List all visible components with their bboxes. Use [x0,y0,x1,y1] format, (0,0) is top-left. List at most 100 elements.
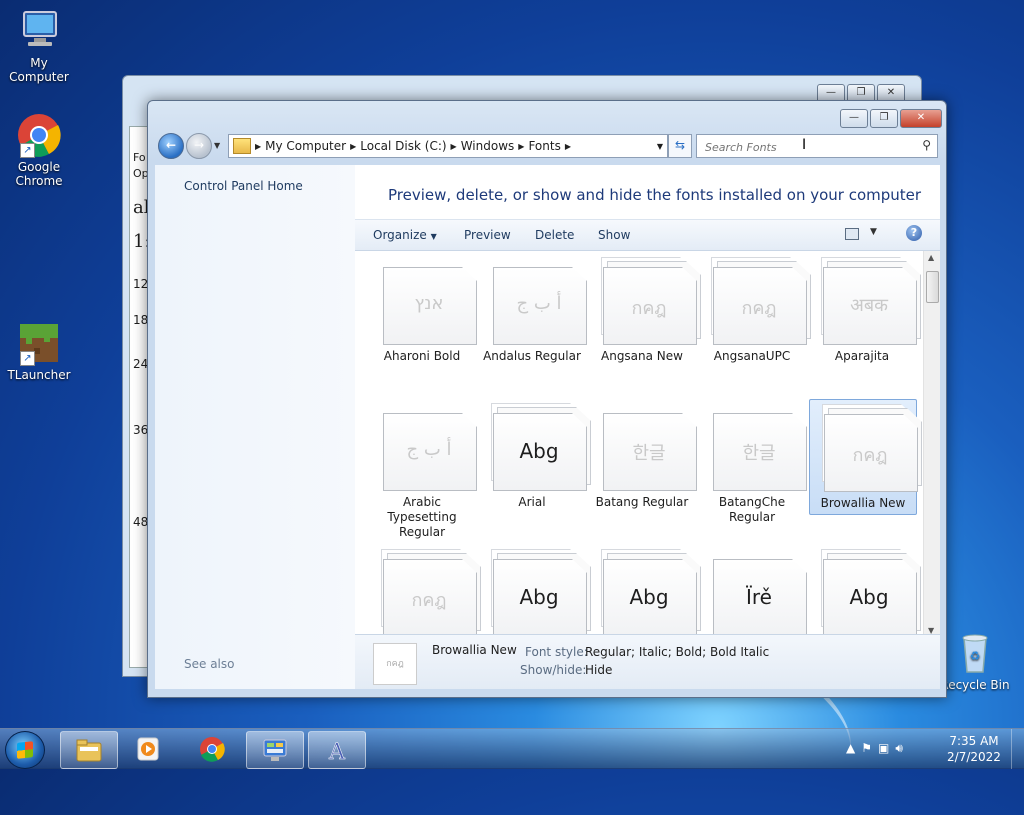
address-dropdown-chevron-icon[interactable]: ▼ [653,142,667,151]
font-tile[interactable]: אנץ Aharoni Bold [369,253,477,367]
font-tile[interactable]: أ ب ج Arabic Typesetting Regular [369,399,477,539]
back-arrow-icon[interactable]: ← [158,133,184,159]
organize-button[interactable]: Organize ▼ [373,228,437,242]
breadcrumb-local-disk[interactable]: Local Disk (C:) [356,139,450,153]
font-grid: אנץ Aharoni Bold أ ب ج Andalus Regular กคฎ An… [355,251,923,637]
font-name: Angsana New [601,349,683,363]
font-tile[interactable]: 한글 Batang Regular [589,399,697,513]
show-button[interactable]: Show [598,228,630,242]
svg-text:♻: ♻ [970,649,981,663]
font-sample: กคฎ [411,590,447,611]
show-hidden-icons-chevron-icon[interactable]: ▲ [846,741,861,755]
font-tile[interactable]: ÏrěCambria Math Regular [699,545,807,637]
network-icon[interactable]: ▣ [878,741,895,755]
breadcrumb-separator-icon[interactable]: ▶ [565,142,571,151]
media-player-icon [137,737,159,761]
breadcrumb-my-computer[interactable]: My Computer [261,139,350,153]
font-name: Andalus Regular [483,349,581,363]
font-sample: กคฎ [631,298,667,319]
font-name: Browallia New [820,496,906,510]
windows-logo-icon [17,741,33,759]
fonts-a-icon: A [328,740,347,763]
fonts-window[interactable]: — ❐ ✕ ← → ▼ ▶ My Computer ▶ Local Disk (… [147,100,947,698]
font-sample: Abg [519,439,559,463]
scroll-up-arrow-icon[interactable]: ▲ [928,253,934,262]
taskbar-media-player[interactable] [120,731,176,767]
font-tile[interactable]: กคฎ Angsana New [589,253,701,367]
volume-icon[interactable]: 🔊︎ [895,741,909,755]
font-name: Arabic Typesetting Regular [387,495,457,539]
font-name: Aparajita [834,349,890,363]
font-name: Arial [518,495,546,509]
navigation-pane: Control Panel Home See also [155,165,355,689]
shortcut-arrow-icon: ↗ [20,143,35,158]
view-options-chevron-icon[interactable]: ▼ [870,227,877,237]
vertical-scrollbar[interactable]: ▲ ▼ [923,251,940,637]
preview-button[interactable]: Preview [464,228,511,242]
preview-size: 24 [133,357,149,371]
preview-fragment: Fo [133,151,146,164]
show-desktop-button[interactable] [1011,729,1024,769]
close-icon[interactable]: ✕ [900,109,942,128]
refresh-icon[interactable]: ⇆ [668,134,692,158]
font-tile[interactable]: أ ب ج Andalus Regular [479,253,587,367]
taskbar-control-panel[interactable] [246,731,304,769]
font-tile[interactable]: กคฎ AngsanaUPC [699,253,811,367]
start-button[interactable] [5,731,45,769]
delete-button[interactable]: Delete [535,228,574,242]
font-tile[interactable]: Abg Arial [479,399,591,513]
font-style-label: Font style: [525,645,588,659]
font-tile[interactable]: 한글 BatangChe Regular [699,399,807,524]
chrome-icon [200,737,225,762]
selected-font-thumbnail: กคฎ [373,643,417,685]
taskbar-fonts[interactable]: A [308,731,366,769]
font-tile[interactable]: กคฎ Browallia New [809,399,922,515]
desktop-icon-my-computer[interactable]: My Computer [0,8,78,84]
desktop-icon-label: My Computer [9,56,69,84]
action-center-flag-icon[interactable]: ⚑ [861,741,878,755]
breadcrumb-fonts[interactable]: Fonts [524,139,564,153]
desktop-icon-label: Recycle Bin [940,678,1010,692]
breadcrumb-windows[interactable]: Windows [457,139,519,153]
computer-icon [16,8,62,54]
grass-block-icon: ↗ [16,320,62,366]
font-tile[interactable]: AbgCandara [809,545,921,637]
show-hide-value: Hide [585,663,613,677]
taskbar-windows-explorer[interactable] [60,731,118,769]
window-controls: — ❐ ✕ [840,109,942,128]
preview-size: 12 [133,277,149,291]
scrollbar-thumb[interactable] [926,271,939,303]
font-tile[interactable]: กคฎBrowalliaUPC [369,545,481,637]
control-panel-home-link[interactable]: Control Panel Home [184,179,303,193]
forward-arrow-icon[interactable]: → [186,133,212,159]
control-panel-icon [263,739,287,761]
minimize-icon[interactable]: — [840,109,868,128]
font-sample: 한글 [742,443,776,464]
search-box[interactable]: ⚲ [696,134,938,158]
command-bar: Organize ▼ Preview Delete Show ▼ ? [355,219,940,251]
recent-pages-chevron-icon[interactable]: ▼ [214,141,220,150]
font-tile[interactable]: अबक Aparajita [809,253,921,367]
font-name: Batang Regular [595,495,689,509]
page-title: Preview, delete, or show and hide the fo… [388,186,922,204]
system-clock[interactable]: 7:35 AM 2/7/2022 [944,733,1004,765]
desktop-icon-google-chrome[interactable]: ↗ Google Chrome [0,112,78,188]
font-tile[interactable]: AbgCalibri [479,545,591,637]
font-style-value: Regular; Italic; Bold; Bold Italic [585,645,770,659]
address-bar[interactable]: ▶ My Computer ▶ Local Disk (C:) ▶ Window… [228,134,668,158]
font-sample: Ïrě [746,585,772,609]
folder-icon [76,739,102,762]
help-icon[interactable]: ? [906,225,922,241]
desktop-icon-tlauncher[interactable]: ↗ TLauncher [0,320,78,382]
taskbar-google-chrome[interactable] [184,731,240,767]
desktop-icon-recycle-bin[interactable]: ♻ Recycle Bin [936,630,1014,692]
font-tile[interactable]: AbgCambria [589,545,701,637]
maximize-icon[interactable]: ❐ [870,109,898,128]
clock-time: 7:35 AM [949,734,999,748]
chrome-icon: ↗ [16,112,62,158]
search-icon[interactable]: ⚲ [922,138,931,152]
change-view-icon[interactable] [845,228,859,240]
preview-size: 36 [133,423,149,437]
font-sample: أ ب ج [516,293,562,314]
preview-size: 18 [133,313,149,327]
